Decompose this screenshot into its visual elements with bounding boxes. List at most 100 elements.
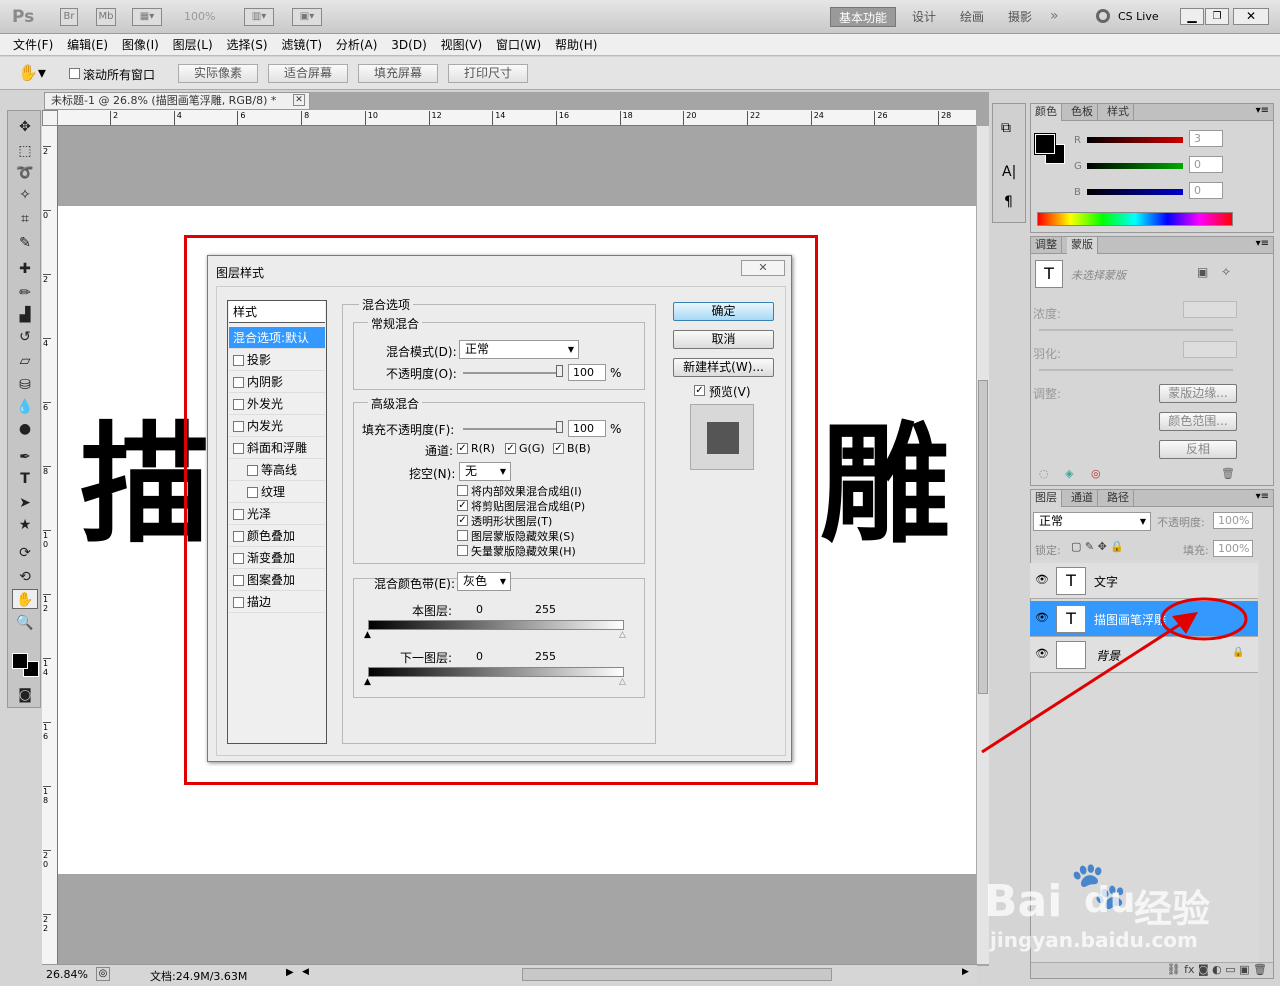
invert-button[interactable]: 反相 xyxy=(1159,440,1237,459)
fill-opacity-slider[interactable] xyxy=(463,428,563,430)
delete-mask-icon[interactable]: 🗑 xyxy=(1221,467,1235,480)
layer-row-emboss[interactable]: 👁 T 描图画笔浮雕 xyxy=(1030,601,1258,637)
crop-tool-icon[interactable]: ⌗ xyxy=(12,209,38,229)
foreground-color-swatch[interactable] xyxy=(12,653,28,669)
underlying-white-handle[interactable]: △ xyxy=(619,677,626,687)
tab-swatches[interactable]: 色板 xyxy=(1067,104,1098,121)
blend-if-select[interactable]: 灰色 ▼ xyxy=(457,572,511,591)
close-tab-icon[interactable]: ✕ xyxy=(293,94,305,106)
visibility-eye-icon[interactable]: 👁 xyxy=(1035,573,1049,586)
quick-select-tool-icon[interactable]: ✧ xyxy=(12,185,38,205)
hscroll-left-icon[interactable]: ◀ xyxy=(302,967,309,977)
channel-g-checkbox[interactable]: ✓ xyxy=(505,443,516,454)
channel-r-slider[interactable] xyxy=(1087,137,1183,143)
dialog-close-button[interactable]: ✕ xyxy=(741,260,785,276)
vertical-scrollbar[interactable] xyxy=(976,126,989,964)
opacity-input[interactable]: 100 xyxy=(568,364,606,381)
style-outer-glow[interactable]: 外发光 xyxy=(229,393,325,415)
panel-menu-icon[interactable]: ▾≡ xyxy=(1256,491,1269,502)
zoom-level[interactable]: 100% xyxy=(184,10,215,23)
channel-r-checkbox[interactable]: ✓ xyxy=(457,443,468,454)
workspace-painting[interactable]: 绘画 xyxy=(952,7,992,27)
opacity-slider[interactable] xyxy=(463,372,563,374)
fg-color-swatch[interactable] xyxy=(1034,133,1056,155)
load-selection-icon[interactable]: ◌ xyxy=(1039,467,1049,480)
menu-filter[interactable]: 滤镜(T) xyxy=(276,34,327,56)
style-checkbox[interactable] xyxy=(233,597,244,608)
layer-mask-hides-checkbox[interactable] xyxy=(457,530,468,541)
blend-mode-select[interactable]: 正常 ▼ xyxy=(459,340,579,359)
history-brush-icon[interactable]: ↺ xyxy=(12,327,38,347)
disable-mask-icon[interactable]: ◎ xyxy=(1091,467,1101,480)
status-arrow-icon[interactable]: ▶ xyxy=(286,967,294,978)
cslive-menu[interactable]: CS Live xyxy=(1118,10,1159,23)
layer-name[interactable]: 文字 xyxy=(1094,573,1118,590)
style-checkbox[interactable] xyxy=(233,377,244,388)
actual-pixels-button[interactable]: 实际像素 xyxy=(178,64,258,83)
fill-input[interactable]: 100% xyxy=(1213,540,1253,557)
style-checkbox[interactable] xyxy=(233,553,244,564)
pen-tool-icon[interactable]: ✒ xyxy=(12,447,38,467)
layer-blend-mode-select[interactable]: 正常 ▼ xyxy=(1033,512,1151,531)
channel-g-slider[interactable] xyxy=(1087,163,1183,169)
channel-b-checkbox[interactable]: ✓ xyxy=(553,443,564,454)
channel-b-slider[interactable] xyxy=(1087,189,1183,195)
style-contour[interactable]: 等高线 xyxy=(229,459,325,481)
arrange-docs-icon[interactable]: ▥▾ xyxy=(244,8,274,26)
path-select-tool-icon[interactable]: ➤ xyxy=(12,493,38,513)
workspace-essentials[interactable]: 基本功能 xyxy=(830,7,896,27)
style-gradient-overlay[interactable]: 渐变叠加 xyxy=(229,547,325,569)
move-tool-icon[interactable]: ✥ xyxy=(12,117,38,137)
style-checkbox[interactable] xyxy=(247,487,258,498)
hand-tool-icon[interactable]: ✋ xyxy=(12,589,38,609)
workspace-photography[interactable]: 摄影 xyxy=(1000,7,1040,27)
menu-file[interactable]: 文件(F) xyxy=(8,34,58,56)
quick-mask-icon[interactable]: ◙ xyxy=(12,685,38,705)
shape-tool-icon[interactable]: ★ xyxy=(12,515,38,535)
scroll-all-checkbox[interactable] xyxy=(69,68,80,79)
type-tool-icon[interactable]: T xyxy=(12,469,38,489)
workspace-design[interactable]: 设计 xyxy=(904,7,944,27)
menu-3d[interactable]: 3D(D) xyxy=(386,34,431,56)
fill-opacity-slider-handle[interactable] xyxy=(556,421,563,433)
style-satin[interactable]: 光泽 xyxy=(229,503,325,525)
vector-mask-hides-checkbox[interactable] xyxy=(457,545,468,556)
cancel-button[interactable]: 取消 xyxy=(673,330,774,349)
character-panel-icon[interactable]: A| xyxy=(1002,164,1016,180)
tab-adjustments[interactable]: 调整 xyxy=(1031,237,1062,254)
bucket-tool-icon[interactable]: ⛁ xyxy=(12,375,38,395)
style-bevel-emboss[interactable]: 斜面和浮雕 xyxy=(229,437,325,459)
visibility-eye-icon[interactable]: 👁 xyxy=(1035,611,1049,624)
density-input[interactable] xyxy=(1183,301,1237,318)
menu-view[interactable]: 视图(V) xyxy=(436,34,488,56)
tab-styles[interactable]: 样式 xyxy=(1103,104,1134,121)
fill-opacity-input[interactable]: 100 xyxy=(568,420,606,437)
density-slider[interactable] xyxy=(1039,329,1233,331)
panel-menu-icon[interactable]: ▾≡ xyxy=(1256,238,1269,249)
menu-edit[interactable]: 编辑(E) xyxy=(62,34,113,56)
menu-help[interactable]: 帮助(H) xyxy=(550,34,602,56)
eyedropper-tool-icon[interactable]: ✎ xyxy=(12,233,38,253)
channel-r-input[interactable]: 3 xyxy=(1189,130,1223,147)
screen-mode-icon[interactable]: ▣▾ xyxy=(292,8,322,26)
view-extras-icon[interactable]: ▦▾ xyxy=(132,8,162,26)
mask-edge-button[interactable]: 蒙版边缘... xyxy=(1159,384,1237,403)
style-checkbox[interactable] xyxy=(247,465,258,476)
style-checkbox[interactable] xyxy=(233,531,244,542)
vector-mask-icon[interactable]: ✧ xyxy=(1221,265,1231,279)
color-spectrum[interactable] xyxy=(1037,212,1233,226)
brush-tool-icon[interactable]: ✏ xyxy=(12,283,38,303)
hscroll-right-icon[interactable]: ▶ xyxy=(962,967,969,977)
fit-screen-button[interactable]: 适合屏幕 xyxy=(268,64,348,83)
3d-rotate-tool-icon[interactable]: ⟳ xyxy=(12,543,38,563)
feather-input[interactable] xyxy=(1183,341,1237,358)
feather-slider[interactable] xyxy=(1039,369,1233,371)
restore-button[interactable]: ❐ xyxy=(1205,8,1229,25)
menu-window[interactable]: 窗口(W) xyxy=(491,34,546,56)
blur-tool-icon[interactable]: 💧 xyxy=(12,397,38,417)
style-inner-glow[interactable]: 内发光 xyxy=(229,415,325,437)
style-checkbox[interactable] xyxy=(233,443,244,454)
stamp-tool-icon[interactable]: ▟ xyxy=(12,305,38,325)
style-checkbox[interactable] xyxy=(233,399,244,410)
layer-name[interactable]: 描图画笔浮雕 xyxy=(1094,611,1166,628)
